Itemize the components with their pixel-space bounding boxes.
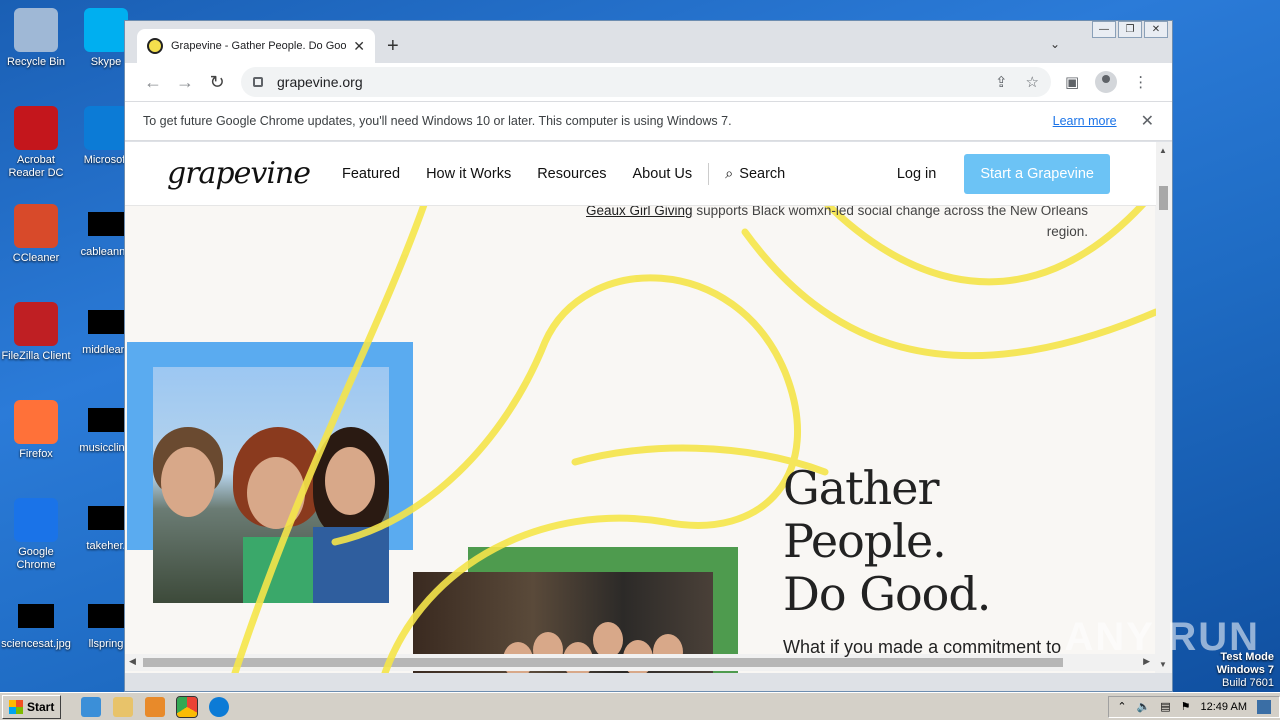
tray-expand-icon[interactable]: ⌃: [1117, 700, 1126, 713]
desktop-icon-label: sciencesat.jpg: [1, 638, 71, 650]
ccleaner-icon: [14, 204, 58, 248]
anyrun-watermark: ANY RUN: [1064, 615, 1260, 659]
hero-heading: Gather People. Do Good.: [783, 461, 991, 621]
tab-search-icon[interactable]: ⌄: [1050, 37, 1060, 51]
restore-button[interactable]: ❐: [1118, 21, 1142, 38]
desktop-icon-label: Firefox: [19, 448, 53, 460]
site-nav: Featured How it Works Resources About Us: [342, 166, 692, 182]
desktop-ccleaner-item[interactable]: CCleaner: [0, 204, 74, 265]
image-file-icon: [18, 604, 54, 628]
explorer-folder-icon[interactable]: [113, 696, 134, 717]
browser-window: Grapevine - Gather People. Do Good ✕ + ⌄…: [124, 20, 1173, 692]
taskbar: Start ⌃ 🔈 ▤ ⚑ 12:49 AM: [0, 692, 1280, 720]
close-window-button[interactable]: ✕: [1144, 21, 1168, 38]
side-panel-icon[interactable]: ▣: [1065, 73, 1079, 91]
show-desktop-icon[interactable]: [1257, 699, 1271, 714]
file-icon: [88, 408, 124, 432]
vertical-scrollbar[interactable]: ▲ ▼: [1155, 142, 1172, 673]
infobar-close-icon[interactable]: ✕: [1141, 111, 1154, 131]
clock[interactable]: 12:49 AM: [1201, 701, 1247, 713]
url-text[interactable]: grapevine.org: [277, 74, 977, 90]
site-search[interactable]: ⌕ Search: [725, 166, 785, 182]
firefox-icon: [14, 400, 58, 444]
nav-about-us[interactable]: About Us: [633, 166, 693, 182]
tab-close-icon[interactable]: ✕: [353, 38, 365, 55]
featured-note: Geaux Girl Giving supports Black womxn-l…: [568, 200, 1088, 242]
infobar-message: To get future Google Chrome updates, you…: [143, 114, 732, 128]
ie-icon[interactable]: [81, 696, 102, 717]
menu-kebab-icon[interactable]: ⋮: [1133, 73, 1148, 91]
profile-avatar-icon[interactable]: [1095, 71, 1118, 93]
network-icon[interactable]: ▤: [1160, 700, 1170, 713]
skype-icon: [84, 8, 128, 52]
bookmark-star-icon[interactable]: ☆: [1026, 73, 1039, 91]
learn-more-link[interactable]: Learn more: [1053, 114, 1117, 128]
nav-featured[interactable]: Featured: [342, 166, 400, 182]
desktop-acrobat-item[interactable]: Acrobat Reader DC: [0, 106, 74, 180]
file-icon: [88, 212, 124, 236]
file-icon: [88, 310, 124, 334]
tab-title: Grapevine - Gather People. Do Good: [171, 40, 348, 52]
page-viewport: grapevine Featured How it Works Resource…: [125, 142, 1156, 673]
address-bar[interactable]: grapevine.org ⇪ ☆: [241, 67, 1051, 97]
share-icon[interactable]: ⇪: [995, 73, 1008, 91]
chrome-taskbar-icon[interactable]: [176, 695, 199, 718]
chrome-icon: [14, 498, 58, 542]
desktop-chrome-item[interactable]: Google Chrome: [0, 498, 74, 572]
tab-strip: Grapevine - Gather People. Do Good ✕ + ⌄: [125, 21, 1172, 63]
grapevine-logo[interactable]: grapevine: [167, 156, 311, 191]
desktop-image-file-item[interactable]: sciencesat.jpg: [0, 596, 74, 651]
desktop-icon-label: FileZilla Client: [1, 350, 71, 362]
action-center-flag-icon[interactable]: ⚑: [1181, 700, 1191, 713]
filezilla-icon: [14, 302, 58, 346]
file-icon: [88, 506, 124, 530]
desktop-filezilla-item[interactable]: FileZilla Client: [0, 302, 74, 363]
start-button[interactable]: Start: [2, 694, 62, 719]
minimize-button[interactable]: —: [1092, 21, 1116, 38]
desktop-icon-label: Recycle Bin: [6, 56, 66, 68]
volume-icon[interactable]: 🔈: [1137, 700, 1151, 713]
media-player-icon[interactable]: [145, 696, 166, 717]
lock-icon[interactable]: [253, 77, 263, 87]
windows-logo-icon: [9, 699, 23, 714]
grapevine-favicon-icon: [147, 38, 163, 54]
back-icon[interactable]: ←: [137, 72, 169, 93]
update-infobar: To get future Google Chrome updates, you…: [125, 101, 1172, 141]
scroll-down-icon[interactable]: ▼: [1159, 660, 1167, 669]
start-grapevine-button[interactable]: Start a Grapevine: [964, 153, 1110, 194]
system-tray: ⌃ 🔈 ▤ ⚑ 12:49 AM: [1108, 695, 1280, 718]
window-controls: — ❐ ✕: [1092, 21, 1168, 38]
forward-icon[interactable]: →: [169, 72, 201, 93]
hero-section: Gather People. Do Good. What if you made…: [783, 462, 1061, 658]
edge-icon: [84, 106, 128, 150]
hero-subtext: What if you made a commitment to: [783, 637, 1062, 657]
login-link[interactable]: Log in: [897, 166, 937, 182]
file-icon: [88, 604, 124, 628]
tab-grapevine[interactable]: Grapevine - Gather People. Do Good ✕: [137, 29, 375, 63]
search-icon: ⌕: [725, 165, 734, 182]
search-label: Search: [739, 165, 786, 182]
desktop-icon-label: CCleaner: [12, 252, 60, 264]
nav-divider: [708, 162, 710, 185]
featured-note-text: supports Black womxn-led social change a…: [692, 203, 1088, 239]
scroll-up-icon[interactable]: ▲: [1159, 146, 1167, 155]
desktop-icon-label: Google Chrome: [16, 546, 56, 571]
recycle-bin-icon: [14, 8, 58, 52]
desktop-firefox-item[interactable]: Firefox: [0, 400, 74, 461]
new-tab-button[interactable]: +: [387, 35, 399, 58]
nav-how-it-works[interactable]: How it Works: [426, 166, 511, 182]
desktop-icon-label: Acrobat Reader DC: [8, 154, 64, 179]
vertical-scroll-thumb[interactable]: [1159, 186, 1168, 210]
acrobat-icon: [14, 106, 58, 150]
edge-taskbar-icon[interactable]: [209, 696, 230, 717]
site-header: grapevine Featured How it Works Resource…: [125, 142, 1156, 206]
reload-icon[interactable]: ↻: [201, 72, 233, 93]
nav-resources[interactable]: Resources: [537, 166, 606, 182]
browser-toolbar: ← → ↻ grapevine.org ⇪ ☆ ▣ ⋮: [125, 63, 1172, 101]
desktop-recycle-bin-item[interactable]: Recycle Bin: [0, 8, 74, 69]
